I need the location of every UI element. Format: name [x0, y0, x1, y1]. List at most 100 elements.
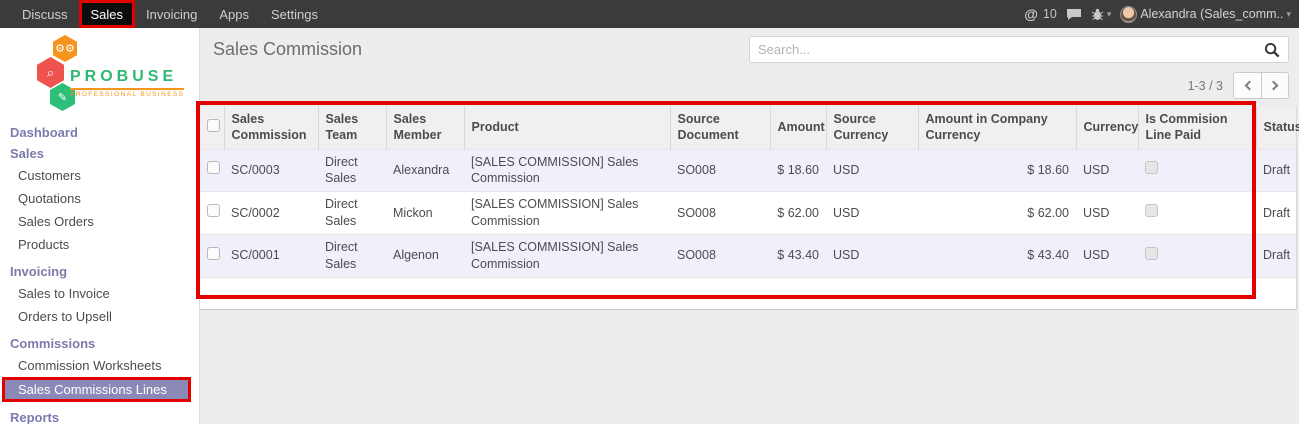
search-icon[interactable]: [1264, 42, 1280, 58]
select-all-header[interactable]: [200, 106, 224, 149]
menu-sales[interactable]: Sales: [79, 0, 136, 28]
sidebar-heading-reports[interactable]: Reports: [0, 407, 199, 424]
col-amount-company-currency[interactable]: Amount in Company Currency: [918, 106, 1076, 149]
cell-ref[interactable]: SC/0001: [224, 235, 318, 278]
col-sales-commission[interactable]: Sales Commission: [224, 106, 318, 149]
sidebar-item-orders-to-upsell[interactable]: Orders to Upsell: [0, 305, 199, 328]
sidebar-heading-commissions[interactable]: Commissions: [0, 333, 199, 354]
row-select-cell[interactable]: [200, 235, 224, 278]
cell-ref[interactable]: SC/0002: [224, 192, 318, 235]
chat-bubble-icon: [1066, 8, 1082, 21]
cell-amount[interactable]: $ 43.40: [770, 235, 826, 278]
company-logo: ⚙⚙ ⌕ ✎ PROBUSE PROFESSIONAL BUSINESS: [0, 28, 199, 114]
cell-status[interactable]: Draft: [1256, 192, 1296, 235]
user-menu[interactable]: Alexandra (Sales_comm.. ▾: [1120, 6, 1291, 23]
cell-product[interactable]: [SALES COMMISSION] Sales Commission: [464, 235, 670, 278]
cell-member[interactable]: Alexandra: [386, 149, 464, 192]
cell-amount-company[interactable]: $ 18.60: [918, 149, 1076, 192]
cell-currency[interactable]: USD: [1076, 192, 1138, 235]
menu-discuss[interactable]: Discuss: [11, 0, 79, 28]
menu-settings[interactable]: Settings: [260, 0, 329, 28]
cell-team[interactable]: Direct Sales: [318, 149, 386, 192]
pager: 1-3 / 3: [1188, 72, 1289, 99]
col-product[interactable]: Product: [464, 106, 670, 149]
cell-currency[interactable]: USD: [1076, 149, 1138, 192]
cell-paid[interactable]: [1138, 149, 1256, 192]
cell-amount[interactable]: $ 62.00: [770, 192, 826, 235]
col-amount[interactable]: Amount: [770, 106, 826, 149]
cell-status[interactable]: Draft: [1256, 235, 1296, 278]
cell-ref[interactable]: SC/0003: [224, 149, 318, 192]
messages-button[interactable]: [1066, 8, 1082, 21]
cell-amount-company[interactable]: $ 43.40: [918, 235, 1076, 278]
empty-table-row: [200, 277, 1296, 309]
sidebar-heading-invoicing[interactable]: Invoicing: [0, 261, 199, 282]
cell-product[interactable]: [SALES COMMISSION] Sales Commission: [464, 192, 670, 235]
search-input[interactable]: [758, 42, 1264, 57]
user-avatar: [1120, 6, 1137, 23]
table-row[interactable]: SC/0001 Direct Sales Algenon [SALES COMM…: [200, 235, 1296, 278]
empty-cell: [200, 277, 1296, 309]
sidebar-item-sales-commissions-lines[interactable]: Sales Commissions Lines: [2, 377, 191, 402]
sidebar-heading-dashboard[interactable]: Dashboard: [0, 122, 199, 143]
col-sales-team[interactable]: Sales Team: [318, 106, 386, 149]
pager-previous-button[interactable]: [1234, 73, 1261, 98]
sidebar-item-commission-worksheets[interactable]: Commission Worksheets: [0, 354, 199, 377]
page-title: Sales Commission: [213, 39, 362, 60]
cell-member[interactable]: Algenon: [386, 235, 464, 278]
table-row[interactable]: SC/0003 Direct Sales Alexandra [SALES CO…: [200, 149, 1296, 192]
cell-currency[interactable]: USD: [1076, 235, 1138, 278]
row-checkbox[interactable]: [207, 161, 220, 174]
mentions-button[interactable]: @ 10: [1024, 6, 1057, 22]
pager-next-button[interactable]: [1261, 73, 1288, 98]
menu-apps[interactable]: Apps: [208, 0, 260, 28]
debug-menu-button[interactable]: ▾: [1091, 8, 1112, 21]
cell-team[interactable]: Direct Sales: [318, 235, 386, 278]
cell-team[interactable]: Direct Sales: [318, 192, 386, 235]
sidebar-item-sales-orders[interactable]: Sales Orders: [0, 210, 199, 233]
app-menus: Discuss Sales Invoicing Apps Settings: [11, 0, 329, 28]
cell-source-currency[interactable]: USD: [826, 192, 918, 235]
sidebar-heading-sales[interactable]: Sales: [0, 143, 199, 164]
chevron-right-icon: [1269, 81, 1279, 91]
pager-buttons: [1233, 72, 1289, 99]
cell-member[interactable]: Mickon: [386, 192, 464, 235]
cell-product[interactable]: [SALES COMMISSION] Sales Commission: [464, 149, 670, 192]
cell-amount-company[interactable]: $ 62.00: [918, 192, 1076, 235]
col-sales-member[interactable]: Sales Member: [386, 106, 464, 149]
top-nav-bar: Discuss Sales Invoicing Apps Settings @ …: [0, 0, 1299, 28]
col-source-currency[interactable]: Source Currency: [826, 106, 918, 149]
mention-count-badge: 10: [1043, 7, 1057, 21]
cell-source-document[interactable]: SO008: [670, 149, 770, 192]
sidebar-item-customers[interactable]: Customers: [0, 164, 199, 187]
paid-checkbox[interactable]: [1145, 247, 1158, 260]
row-select-cell[interactable]: [200, 192, 224, 235]
row-checkbox[interactable]: [207, 204, 220, 217]
cell-source-document[interactable]: SO008: [670, 235, 770, 278]
commission-lines-list: Sales Commission Sales Team Sales Member…: [200, 106, 1296, 310]
col-is-commission-line-paid[interactable]: Is Commision Line Paid: [1138, 106, 1256, 149]
bug-icon: [1091, 8, 1104, 21]
sidebar-item-quotations[interactable]: Quotations: [0, 187, 199, 210]
row-checkbox[interactable]: [207, 247, 220, 260]
sidebar-item-products[interactable]: Products: [0, 233, 199, 256]
col-source-document[interactable]: Source Document: [670, 106, 770, 149]
cell-source-document[interactable]: SO008: [670, 192, 770, 235]
cell-source-currency[interactable]: USD: [826, 149, 918, 192]
col-currency[interactable]: Currency: [1076, 106, 1138, 149]
select-all-checkbox[interactable]: [207, 119, 220, 132]
cell-status[interactable]: Draft: [1256, 149, 1296, 192]
logo-magnifier-icon: ⌕: [37, 57, 64, 88]
cell-amount[interactable]: $ 18.60: [770, 149, 826, 192]
cell-source-currency[interactable]: USD: [826, 235, 918, 278]
cell-paid[interactable]: [1138, 192, 1256, 235]
cell-paid[interactable]: [1138, 235, 1256, 278]
brand-tagline: PROFESSIONAL BUSINESS: [70, 88, 184, 98]
row-select-cell[interactable]: [200, 149, 224, 192]
menu-invoicing[interactable]: Invoicing: [135, 0, 208, 28]
sidebar-item-sales-to-invoice[interactable]: Sales to Invoice: [0, 282, 199, 305]
paid-checkbox[interactable]: [1145, 204, 1158, 217]
table-row[interactable]: SC/0002 Direct Sales Mickon [SALES COMMI…: [200, 192, 1296, 235]
col-status[interactable]: Status: [1256, 106, 1296, 149]
paid-checkbox[interactable]: [1145, 161, 1158, 174]
